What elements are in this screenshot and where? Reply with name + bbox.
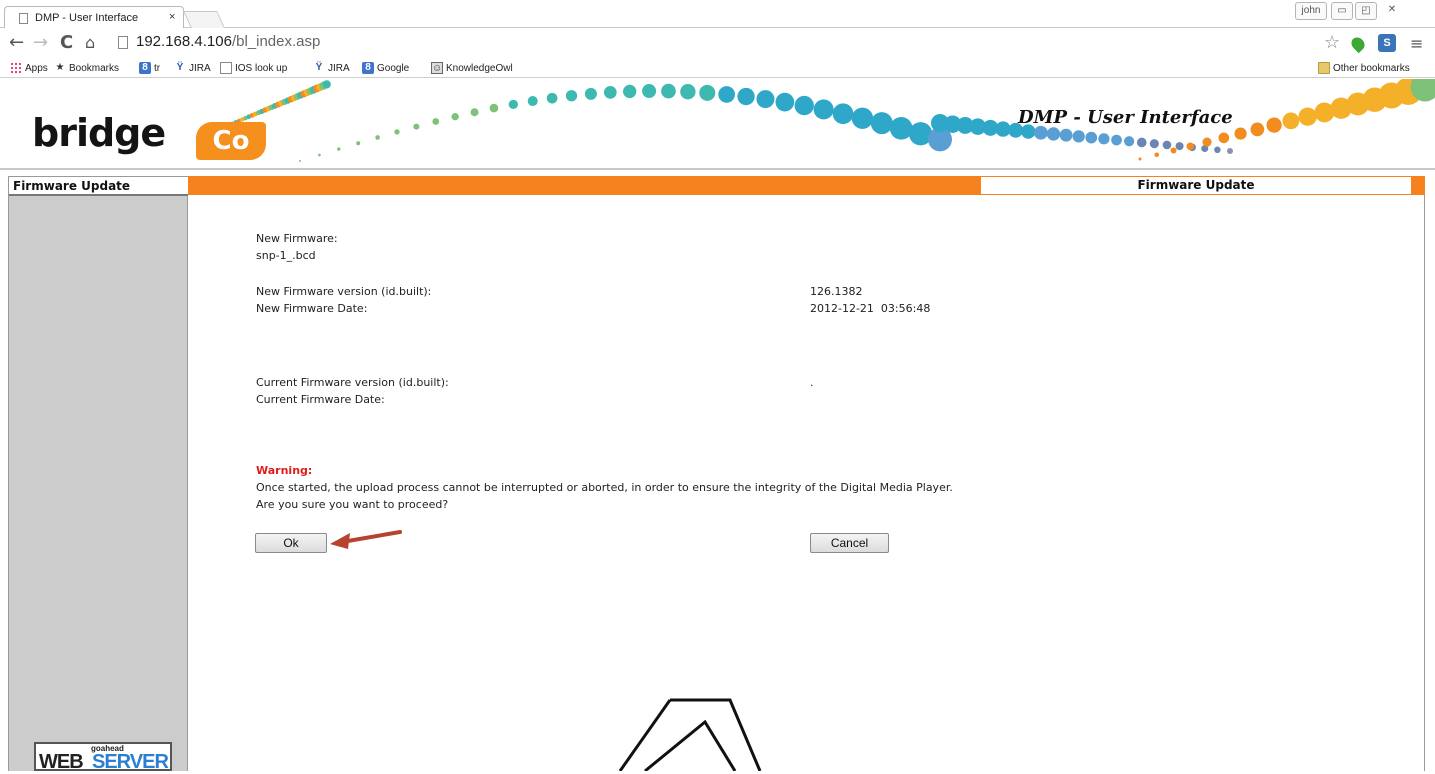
new-tab-button[interactable] [183,11,225,28]
tab-title: DMP - User Interface [35,12,138,24]
url-text: 192.168.4.106/bl_index.asp [136,33,320,50]
bookmark-label: KnowledgeOwl [446,63,513,74]
close-window-icon[interactable]: ✕ [1381,2,1403,20]
extension-green-icon[interactable] [1349,35,1367,53]
url-host: 192.168.4.106 [136,33,232,50]
reload-icon[interactable]: C [60,34,73,52]
folder-icon [1318,62,1330,74]
bookmark-jira-2[interactable]: ŸJIRA [313,62,350,74]
bookmark-knowledgeowl[interactable]: ☺KnowledgeOwl [431,62,513,74]
bookmark-label: JIRA [328,63,350,74]
new-firmware-file: snp-1_.bcd [256,249,316,262]
star-icon: ★ [54,62,66,74]
home-icon[interactable]: ⌂ [85,34,95,52]
annotation-arrow-icon [328,527,404,551]
page-icon [220,62,232,74]
jira-icon: Ÿ [174,62,186,74]
minimize-icon[interactable]: ▭ [1331,2,1353,20]
maximize-icon[interactable]: ◰ [1355,2,1377,20]
new-version-label: New Firmware version (id.built): [256,285,431,298]
sidebar: Firmware Update goahead WEB SERVER [8,176,188,771]
bookmark-label: JIRA [189,63,211,74]
bookmark-jira-1[interactable]: ŸJIRA [174,62,211,74]
new-firmware-label: New Firmware: [256,232,338,245]
bookmark-label: Google [377,63,409,74]
page-icon [19,13,28,24]
bookmark-label: Bookmarks [69,63,119,74]
google-icon: 8 [362,62,374,74]
bridgeco-logo: bridge [32,111,165,155]
current-version-value: . [810,376,814,389]
bookmarks-bar: Apps ★Bookmarks 8tr ŸJIRA IOS look up ŸJ… [0,59,1435,78]
confirm-question: Are you sure you want to proceed? [256,498,448,511]
other-bookmarks[interactable]: Other bookmarks [1318,62,1410,74]
google-translate-icon: 8 [139,62,151,74]
browser-tabstrip: DMP - User Interface × john ▭ ◰ ✕ [0,0,1435,28]
header-divider [0,168,1435,170]
browser-tab[interactable]: DMP - User Interface × [4,6,184,29]
app-title: DMP - User Interface [1018,107,1233,128]
bookmark-apps[interactable]: Apps [10,62,48,74]
bookmark-label: IOS look up [235,63,287,74]
ok-button[interactable]: Ok [255,533,327,553]
bridgeco-logo-co: Co [196,122,266,160]
jira-icon: Ÿ [313,62,325,74]
browser-navbar: ← → C ⌂ 192.168.4.106/bl_index.asp ☆ S ≡ [0,28,1435,59]
bookmark-bookmarks[interactable]: ★Bookmarks [54,62,119,74]
new-date-value: 2012-12-21 03:56:48 [810,302,930,315]
sidebar-heading[interactable]: Firmware Update [9,176,188,196]
warning-title: Warning: [256,464,312,477]
bookmark-label: tr [154,63,160,74]
owl-icon: ☺ [431,62,443,74]
bookmark-label: Apps [25,63,48,74]
current-version-label: Current Firmware version (id.built): [256,376,449,389]
menu-icon[interactable]: ≡ [1410,34,1423,53]
extension-blue-icon[interactable]: S [1378,34,1396,52]
apps-grid-icon [10,62,22,74]
page-header: bridge Co DMP - User Interface [0,79,1435,171]
back-icon[interactable]: ← [9,34,24,52]
user-badge[interactable]: john [1295,2,1327,20]
bookmark-google[interactable]: 8Google [362,62,409,74]
new-version-value: 126.1382 [810,285,863,298]
bookmark-tr[interactable]: 8tr [139,62,160,74]
new-date-label: New Firmware Date: [256,302,367,315]
page-icon [118,36,128,49]
address-bar[interactable]: 192.168.4.106/bl_index.asp [114,32,1340,54]
other-bookmarks-label: Other bookmarks [1333,63,1410,74]
cancel-button[interactable]: Cancel [810,533,889,553]
tab-close-button[interactable]: × [169,11,175,23]
bookmark-star-icon[interactable]: ☆ [1324,32,1340,53]
content-tab-title: Firmware Update [980,176,1412,195]
forward-icon[interactable]: → [33,34,48,52]
url-path: /bl_index.asp [232,33,320,50]
current-date-label: Current Firmware Date: [256,393,385,406]
bookmark-ios-lookup[interactable]: IOS look up [220,62,287,74]
warning-text: Once started, the upload process cannot … [256,481,953,494]
watermark-graphic [560,600,800,771]
goahead-webserver-logo: goahead WEB SERVER [34,742,172,771]
